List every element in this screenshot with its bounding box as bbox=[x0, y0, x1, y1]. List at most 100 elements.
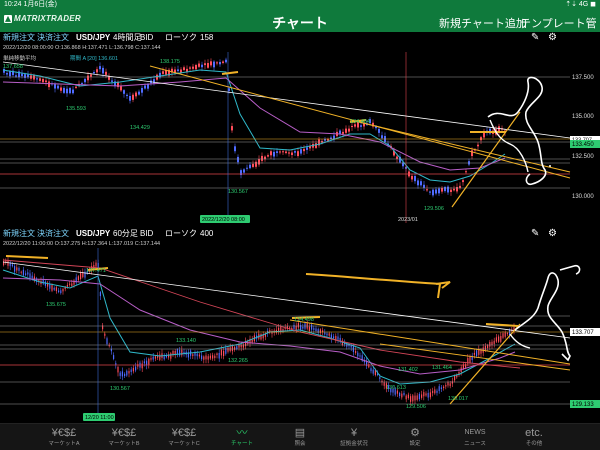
bottom-x-label: 12/20 11:00 bbox=[85, 415, 114, 421]
bottom-candle bbox=[355, 351, 357, 353]
top-candle bbox=[144, 85, 146, 89]
bottom-chart-area[interactable]: 133.707 129.133 137.471 135.675 134.498 … bbox=[0, 248, 600, 421]
top-candle bbox=[378, 128, 380, 133]
top-trendline-white bbox=[2, 61, 571, 139]
app-header: MATRIXTRADER チャート 新規チャート追加 テンプレート管理 bbox=[0, 10, 600, 46]
bottom-val-7: 131.402 bbox=[398, 367, 418, 373]
tab-market-a[interactable]: ¥€$£ マーケットA bbox=[34, 427, 94, 448]
top-candle bbox=[57, 85, 59, 89]
bottom-settings-gear-icon[interactable]: ⚙ bbox=[548, 228, 557, 240]
top-y-tick-3: 132.500 bbox=[572, 154, 594, 160]
bottom-candle bbox=[194, 353, 196, 356]
top-candle bbox=[294, 151, 296, 153]
top-candle bbox=[255, 161, 257, 167]
tab-margin-status[interactable]: ¥ 証拠金状況 bbox=[324, 427, 384, 448]
bottom-candle bbox=[500, 336, 502, 342]
bottom-symbol-selector[interactable]: USD/JPY bbox=[76, 228, 110, 240]
tab-label: マーケットA bbox=[48, 441, 80, 447]
top-symbol-selector[interactable]: USD/JPY bbox=[76, 32, 110, 44]
bottom-val-6: 130.567 bbox=[110, 386, 130, 392]
bottom-price-tag-1: 133.707 bbox=[572, 330, 594, 336]
bottom-candle bbox=[27, 272, 29, 275]
top-val-7: 129.506 bbox=[424, 206, 444, 212]
top-candle bbox=[183, 67, 185, 71]
bottom-candle bbox=[302, 326, 304, 329]
top-candle bbox=[297, 151, 299, 157]
bottom-candle bbox=[11, 264, 13, 267]
bottom-candle bbox=[401, 393, 403, 398]
tab-settings[interactable]: ⚙ 設定 bbox=[385, 427, 445, 448]
top-candle bbox=[123, 90, 125, 94]
top-candle bbox=[207, 62, 209, 68]
etc-icon: etc. bbox=[525, 427, 543, 439]
bottom-settle-order-button[interactable]: 決済注文 bbox=[37, 228, 69, 240]
top-indicator-label: 単純移動平均 bbox=[3, 54, 37, 62]
currency-icon: ¥€$£ bbox=[51, 427, 77, 439]
top-chart-area[interactable]: 137.500 135.000 132.500 130.000 133.707 … bbox=[0, 52, 600, 223]
top-chart-svg[interactable]: 137.500 135.000 132.500 130.000 133.707 … bbox=[0, 52, 600, 223]
bottom-chart-type-selector[interactable]: ローソク bbox=[165, 228, 197, 240]
bottom-handdrawn-arrow bbox=[305, 273, 451, 299]
tab-inquiry[interactable]: ▤ 照会 bbox=[270, 427, 330, 448]
tab-market-b[interactable]: ¥€$£ マーケットB bbox=[94, 427, 154, 448]
top-candle bbox=[36, 78, 38, 80]
top-candle bbox=[39, 78, 41, 81]
top-candle bbox=[315, 143, 317, 148]
tab-other[interactable]: etc. その他 bbox=[504, 427, 564, 448]
bottom-candle bbox=[62, 288, 64, 292]
bottom-candle bbox=[317, 329, 319, 333]
bottom-candle bbox=[440, 387, 442, 390]
bottom-candle bbox=[205, 355, 207, 360]
bottom-candle bbox=[295, 325, 297, 330]
bottom-candle bbox=[172, 350, 174, 355]
bottom-candle bbox=[201, 355, 203, 360]
bottom-chart-svg[interactable]: 133.707 129.133 137.471 135.675 134.498 … bbox=[0, 248, 600, 421]
top-candle bbox=[441, 187, 443, 192]
bottom-candle bbox=[427, 392, 429, 398]
top-candle bbox=[477, 144, 479, 147]
top-draw-pen-icon[interactable]: ✎ bbox=[531, 32, 539, 44]
bottom-candle bbox=[58, 290, 60, 293]
tab-market-c[interactable]: ¥€$£ マーケットC bbox=[154, 427, 214, 448]
top-candle bbox=[102, 67, 104, 74]
news-icon: NEWS bbox=[464, 429, 486, 436]
top-candle bbox=[222, 61, 224, 63]
top-new-order-button[interactable]: 新規注文 bbox=[3, 32, 35, 44]
bottom-candle bbox=[487, 345, 489, 348]
top-candle bbox=[339, 130, 341, 134]
app-root: 10:24 1月6日(金) ⇡⇣ 4G ◼ MATRIXTRADER チャート … bbox=[0, 0, 600, 450]
top-candle bbox=[414, 175, 416, 182]
bottom-candle bbox=[49, 284, 51, 289]
top-candle bbox=[462, 180, 464, 183]
bottom-candle bbox=[179, 350, 181, 356]
top-timeframe-selector[interactable]: 4時間足 bbox=[113, 32, 141, 44]
tab-chart[interactable]: 〰 チャート bbox=[212, 427, 272, 448]
top-candle bbox=[111, 80, 113, 82]
top-trendline-yellow-2 bbox=[349, 119, 571, 173]
bottom-side-selector[interactable]: BID bbox=[140, 228, 153, 240]
top-candle bbox=[438, 188, 440, 194]
top-chart-type-selector[interactable]: ローソク bbox=[165, 32, 197, 44]
bottom-candle bbox=[333, 336, 335, 339]
bottom-bar-count[interactable]: 400 bbox=[200, 228, 213, 240]
bottom-draw-pen-icon[interactable]: ✎ bbox=[531, 228, 539, 240]
top-candle bbox=[87, 75, 89, 81]
bottom-candle bbox=[489, 342, 491, 347]
top-side-selector[interactable]: BID bbox=[140, 32, 153, 44]
bottom-new-order-button[interactable]: 新規注文 bbox=[3, 228, 35, 240]
top-bar-count[interactable]: 158 bbox=[200, 32, 213, 44]
top-candle bbox=[306, 147, 308, 150]
bottom-candle bbox=[502, 333, 504, 338]
top-settle-order-button[interactable]: 決済注文 bbox=[37, 32, 69, 44]
top-y-tick-2: 135.000 bbox=[572, 114, 594, 120]
bottom-candle bbox=[31, 275, 33, 279]
bottom-candle bbox=[220, 349, 222, 356]
tab-news[interactable]: NEWS ニュース bbox=[445, 427, 505, 448]
top-settings-gear-icon[interactable]: ⚙ bbox=[548, 32, 557, 44]
bottom-candle bbox=[130, 369, 132, 372]
top-candle bbox=[252, 163, 254, 167]
top-candle bbox=[270, 151, 272, 156]
bottom-candle bbox=[143, 361, 145, 364]
bottom-timeframe-selector[interactable]: 60分足 bbox=[113, 228, 138, 240]
add-chart-button[interactable]: 新規チャート追加 bbox=[439, 15, 527, 31]
